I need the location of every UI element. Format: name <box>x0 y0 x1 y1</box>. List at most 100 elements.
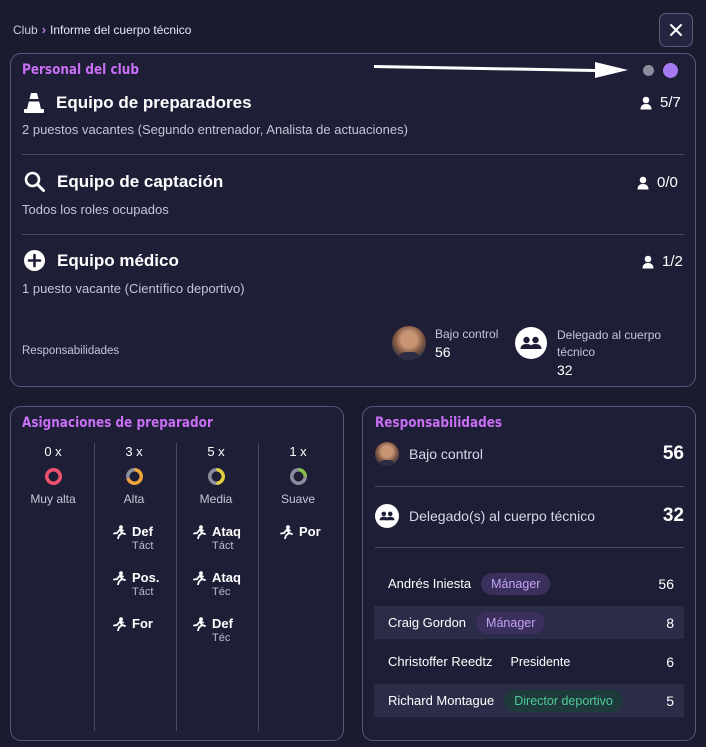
responsibility-count: 6 <box>666 653 674 670</box>
divider <box>22 234 684 235</box>
medical-team-subtitle: 1 puesto vacante (Científico deportivo) <box>22 281 245 296</box>
page-dot-1[interactable] <box>643 65 654 76</box>
position-item: Def Téc <box>193 617 233 645</box>
magnifier-icon <box>24 171 45 192</box>
player-icon <box>193 617 207 636</box>
breadcrumb-club[interactable]: Club <box>13 23 38 37</box>
medical-team-count: 1/2 <box>642 253 683 270</box>
coaching-team-count: 5/7 <box>640 94 681 111</box>
level-label: Alta <box>123 492 145 506</box>
position-item: Ataq Táct <box>193 525 241 553</box>
level-label: Suave <box>280 492 316 506</box>
arrow-annotation <box>374 62 628 78</box>
player-icon <box>113 571 127 590</box>
count: 1 x <box>289 444 307 459</box>
position-label: Ataq Téc <box>212 570 241 599</box>
count: 5 x <box>207 444 225 459</box>
avatar <box>392 326 426 360</box>
role-badge: Director deportivo <box>504 689 623 712</box>
panel-title: Asignaciones de preparador <box>22 415 213 431</box>
page-dot-2[interactable] <box>663 63 678 78</box>
close-icon <box>670 24 682 36</box>
divider <box>375 547 684 548</box>
player-icon <box>280 525 294 544</box>
player-icon <box>193 571 207 590</box>
person-name: Richard Montague <box>388 693 495 708</box>
row-title-text: Equipo de preparadores <box>56 93 252 112</box>
role-badge: Mánager <box>481 572 551 595</box>
under-control-label: Bajo control <box>435 327 499 341</box>
level-label: Media <box>199 492 233 506</box>
group-icon <box>375 504 399 528</box>
scouting-team-title[interactable]: Equipo de captación <box>24 171 223 192</box>
plus-circle-icon <box>24 250 45 271</box>
coaching-team-title[interactable]: Equipo de preparadores <box>24 92 252 114</box>
position-label: Def Téc <box>212 616 233 645</box>
player-icon <box>113 525 127 544</box>
cone-icon <box>24 93 44 113</box>
delegated-value: 32 <box>662 505 684 526</box>
position-item: Def Táct <box>113 525 153 553</box>
donut-icon <box>289 468 307 485</box>
chevron-right-icon: › <box>41 22 47 37</box>
close-button[interactable] <box>659 13 693 47</box>
position-label: For <box>132 616 153 631</box>
under-control-label: Bajo control <box>409 446 483 462</box>
intensity-level: 0 x Muy alta <box>13 444 93 506</box>
avatar <box>375 442 399 466</box>
row-title-text: Equipo de captación <box>57 171 224 191</box>
person-icon <box>637 176 649 189</box>
person-name: Christoffer Reedtz <box>388 654 493 669</box>
responsibility-count: 56 <box>658 575 674 592</box>
level-label: Muy alta <box>30 492 76 506</box>
scouting-team-count: 0/0 <box>637 174 678 191</box>
intensity-level: 3 x Alta <box>94 444 174 506</box>
scouting-team-subtitle: Todos los roles ocupados <box>22 202 169 217</box>
divider <box>375 486 684 487</box>
responsibility-count: 5 <box>666 692 674 709</box>
under-control-value: 56 <box>435 344 451 360</box>
position-item: Pos. Táct <box>113 571 159 599</box>
position-item: For <box>113 617 153 636</box>
divider <box>22 154 684 155</box>
table-row[interactable]: Andrés Iniesta Mánager 56 <box>374 567 684 600</box>
panel-title: Personal del club <box>22 62 139 78</box>
person-name: Andrés Iniesta <box>388 576 472 591</box>
coaching-team-subtitle: 2 puestos vacantes (Segundo entrenador, … <box>22 122 408 137</box>
table-row[interactable]: Craig Gordon Mánager 8 <box>374 606 684 639</box>
person-icon <box>642 255 654 268</box>
position-label: Por <box>299 524 321 539</box>
person-icon <box>640 96 652 109</box>
group-icon <box>515 327 547 359</box>
count: 0 x <box>44 444 62 459</box>
under-control-value: 56 <box>662 443 684 464</box>
position-label: Pos. Táct <box>132 570 160 599</box>
player-icon <box>113 617 127 636</box>
role-badge: Mánager <box>476 611 546 634</box>
panel-title: Responsabilidades <box>375 415 503 431</box>
medical-team-title[interactable]: Equipo médico <box>24 250 179 271</box>
intensity-level: 5 x Media <box>176 444 256 506</box>
delegated-label: Delegado al cuerpo técnico <box>557 328 662 359</box>
donut-icon <box>44 468 62 485</box>
breadcrumb: Club › Informe del cuerpo técnico <box>13 22 191 37</box>
table-row[interactable]: Christoffer Reedtz Presidente 6 <box>374 645 684 678</box>
position-label: Ataq Táct <box>212 524 241 553</box>
person-name: Craig Gordon <box>388 615 467 630</box>
table-row[interactable]: Richard Montague Director deportivo 5 <box>374 684 684 717</box>
position-item: Por <box>280 525 321 544</box>
delegated-value: 32 <box>557 362 573 378</box>
player-icon <box>193 525 207 544</box>
donut-icon <box>207 468 225 485</box>
count: 3 x <box>125 444 143 459</box>
intensity-level: 1 x Suave <box>258 444 338 506</box>
role-badge: Presidente <box>510 654 571 669</box>
donut-icon <box>125 468 143 485</box>
position-label: Def Táct <box>132 524 154 553</box>
position-item: Ataq Téc <box>193 571 241 599</box>
breadcrumb-current: Informe del cuerpo técnico <box>50 22 192 37</box>
row-title-text: Equipo médico <box>57 250 179 270</box>
responsibilities-label: Responsabilidades <box>22 345 120 357</box>
delegated-label: Delegado(s) al cuerpo técnico <box>409 508 595 524</box>
responsibility-count: 8 <box>666 614 674 631</box>
